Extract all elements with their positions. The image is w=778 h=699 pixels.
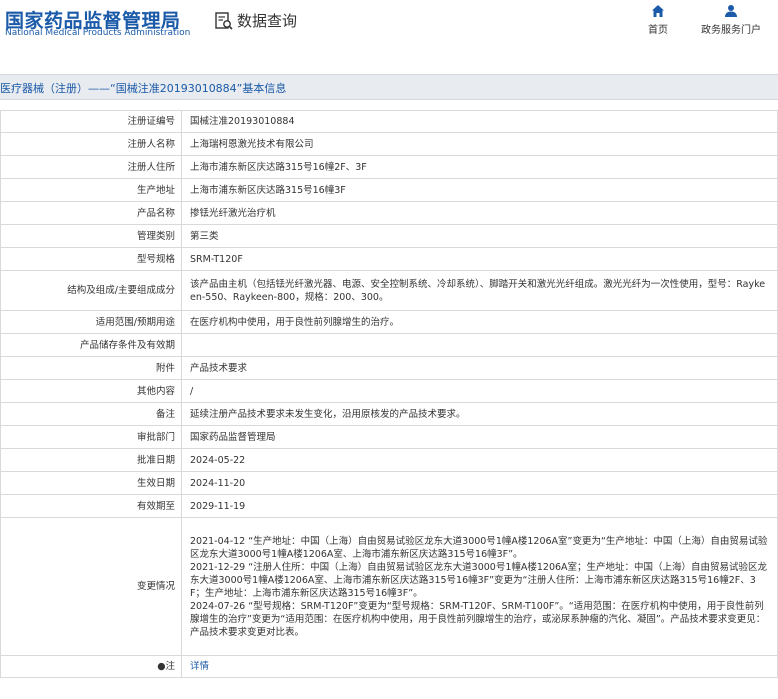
row-label: 注册人住所 (0, 155, 182, 179)
row-label: 附件 (0, 356, 182, 380)
table-row: 附件 产品技术要求 (0, 356, 778, 380)
change-history-row: 变更情况 2021-04-12 “生产地址：中国（上海）自由贸易试验区龙东大道3… (0, 517, 778, 656)
row-label: 有效期至 (0, 494, 182, 518)
change-entry: 2021-12-29 “注册人住所：中国（上海）自由贸易试验区龙东大道3000号… (190, 561, 768, 599)
table-row: 注册人名称 上海瑞柯恩激光技术有限公司 (0, 132, 778, 156)
row-value: 掺铥光纤激光治疗机 (181, 201, 778, 225)
table-row: 有效期至 2029-11-19 (0, 494, 778, 518)
row-label: 备注 (0, 402, 182, 426)
row-value: SRM-T120F (181, 247, 778, 271)
row-value: 2024-05-22 (181, 448, 778, 472)
data-query-icon (215, 11, 233, 30)
row-label: 生效日期 (0, 471, 182, 495)
data-query-link[interactable]: 数据查询 (214, 10, 297, 31)
note-value: 详情 (181, 655, 778, 678)
info-table: 注册证编号 国械注准20193010884 注册人名称 上海瑞柯恩激光技术有限公司 … (0, 110, 778, 678)
row-value: 延续注册产品技术要求未发生变化，沿用原核发的产品技术要求。 (181, 402, 778, 426)
row-value: 2029-11-19 (181, 494, 778, 518)
row-label: 变更情况 (0, 517, 182, 656)
row-value: 该产品由主机（包括铥光纤激光器、电源、安全控制系统、冷却系统）、脚踏开关和激光光… (181, 270, 778, 311)
table-row: 注册人住所 上海市浦东新区庆达路315号16幢2F、3F (0, 155, 778, 179)
table-row: 备注 延续注册产品技术要求未发生变化，沿用原核发的产品技术要求。 (0, 402, 778, 426)
table-row: 生产地址 上海市浦东新区庆达路315号16幢3F (0, 178, 778, 202)
row-value: 上海市浦东新区庆达路315号16幢2F、3F (181, 155, 778, 179)
change-entry: 2024-07-26 “型号规格：SRM-T120F”变更为“型号规格：SRM-… (190, 600, 766, 638)
details-link[interactable]: 详情 (190, 661, 209, 672)
row-value: 2024-11-20 (181, 471, 778, 495)
row-label: 其他内容 (0, 379, 182, 403)
nav-service-portal[interactable]: 政务服务门户 (701, 4, 761, 36)
table-row: 适用范围/预期用途 在医疗机构中使用，用于良性前列腺增生的治疗。 (0, 310, 778, 334)
nav-home-label: 首页 (648, 25, 668, 36)
site-header: 国家药品监督管理局 National Medical Products Admi… (0, 0, 778, 72)
table-row: 批准日期 2024-05-22 (0, 448, 778, 472)
row-value: / (181, 379, 778, 403)
table-row: 型号规格 SRM-T120F (0, 247, 778, 271)
row-label: 注册证编号 (0, 110, 182, 133)
row-value: 产品技术要求 (181, 356, 778, 380)
row-value: 国械注准20193010884 (181, 110, 778, 133)
nav-service-label: 政务服务门户 (701, 25, 761, 36)
table-row: 产品储存条件及有效期 (0, 333, 778, 357)
table-row: 结构及组成/主要组成成分 该产品由主机（包括铥光纤激光器、电源、安全控制系统、冷却… (0, 270, 778, 311)
change-history-value: 2021-04-12 “生产地址：中国（上海）自由贸易试验区龙东大道3000号1… (181, 517, 778, 656)
data-query-label: 数据查询 (237, 12, 298, 30)
row-label: 管理类别 (0, 224, 182, 248)
row-label: 产品储存条件及有效期 (0, 333, 182, 357)
row-label: 产品名称 (0, 201, 182, 225)
change-entry: 2021-04-12 “生产地址：中国（上海）自由贸易试验区龙东大道3000号1… (190, 535, 768, 560)
table-row: 生效日期 2024-11-20 (0, 471, 778, 495)
row-value: 在医疗机构中使用，用于良性前列腺增生的治疗。 (181, 310, 778, 334)
row-label: 批准日期 (0, 448, 182, 472)
row-label: 型号规格 (0, 247, 182, 271)
table-row: 产品名称 掺铥光纤激光治疗机 (0, 201, 778, 225)
row-label: 注册人名称 (0, 132, 182, 156)
row-value: 上海市浦东新区庆达路315号16幢3F (181, 178, 778, 202)
note-label: ●注 (0, 655, 182, 678)
row-value: 第三类 (181, 224, 778, 248)
table-row: ●注 详情 (0, 655, 778, 678)
page-title-bar: 医疗器械（注册）——“国械注准20193010884”基本信息 (0, 74, 778, 100)
row-value: 上海瑞柯恩激光技术有限公司 (181, 132, 778, 156)
table-row: 其他内容 / (0, 379, 778, 403)
row-value (181, 333, 778, 357)
page-title: 医疗器械（注册）——“国械注准20193010884”基本信息 (0, 82, 287, 95)
site-logo-en[interactable]: National Medical Products Administration (5, 28, 190, 38)
row-value: 国家药品监督管理局 (181, 425, 778, 449)
user-icon (725, 5, 737, 17)
table-row: 注册证编号 国械注准20193010884 (0, 110, 778, 133)
row-label: 适用范围/预期用途 (0, 310, 182, 334)
nav-home[interactable]: 首页 (648, 4, 668, 36)
row-label: 结构及组成/主要组成成分 (0, 270, 182, 311)
table-row: 管理类别 第三类 (0, 224, 778, 248)
table-row: 审批部门 国家药品监督管理局 (0, 425, 778, 449)
row-label: 审批部门 (0, 425, 182, 449)
row-label: 生产地址 (0, 178, 182, 202)
home-icon (652, 5, 664, 17)
